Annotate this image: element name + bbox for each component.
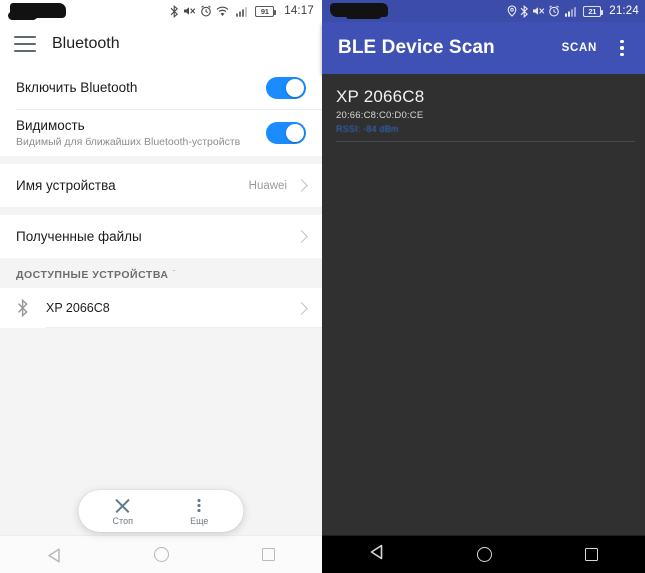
toggle-knob: [286, 78, 304, 97]
toggle-knob: [286, 123, 304, 142]
hamburger-icon[interactable]: [14, 36, 36, 52]
battery-indicator: 91: [255, 5, 277, 17]
wifi-icon: [216, 6, 229, 16]
right-app-bar: BLE Device Scan SCAN: [322, 22, 645, 74]
device-name-value: Huawei: [248, 179, 287, 192]
setting-row-received-files[interactable]: Полученные файлы: [0, 215, 322, 258]
scan-button[interactable]: SCAN: [562, 42, 597, 54]
left-navigation-bar: [0, 535, 322, 573]
row-text-group: Видимость Видимый для ближайших Bluetoot…: [16, 117, 240, 149]
chevron-right-icon: [295, 179, 308, 192]
setting-row-device-name[interactable]: Имя устройства Huawei: [0, 164, 322, 207]
stop-label: Стоп: [112, 515, 133, 526]
right-navigation-bar: [322, 535, 645, 573]
back-triangle-icon[interactable]: [47, 548, 61, 562]
ble-device-address: 20:66:C8:C0:D0:CE: [336, 110, 424, 121]
right-status-bar: 21 21:24: [322, 0, 645, 22]
mute-icon: [533, 7, 545, 15]
left-status-bar: 91 14:17: [0, 0, 322, 22]
page-title: Bluetooth: [52, 35, 120, 52]
row-control-group: Huawei: [248, 179, 308, 192]
row-title: Имя устройства: [16, 178, 116, 193]
status-clock: 21:24: [609, 5, 639, 17]
row-title: Включить Bluetooth: [16, 80, 138, 95]
bluetooth-icon: [520, 4, 529, 18]
row-title: Полученные файлы: [16, 229, 142, 244]
dual-screenshot-container: 91 14:17 Bluetooth Включить Bluetooth Ви…: [0, 0, 645, 573]
row-text-group: Включить Bluetooth: [16, 79, 137, 96]
app-bar-actions: SCAN: [562, 38, 631, 58]
ble-device-rssi: RSSI: -84 dBm: [336, 124, 399, 134]
back-triangle-icon[interactable]: [369, 544, 384, 565]
alarm-icon: [201, 5, 212, 17]
stop-scan-button[interactable]: Стоп: [95, 497, 151, 526]
ble-device-list: XP 2066C8 20:66:C8:C0:D0:CE RSSI: -84 dB…: [322, 74, 645, 535]
chevron-right-icon: [295, 301, 308, 315]
available-device-row[interactable]: XP 2066C8: [0, 288, 322, 328]
overflow-kebab-icon: [190, 497, 208, 515]
setting-row-enable-bluetooth[interactable]: Включить Bluetooth: [0, 66, 322, 109]
recents-square-icon[interactable]: [585, 548, 599, 561]
section-header-mark: ˙: [172, 269, 176, 279]
row-control-group: [266, 121, 306, 144]
chevron-right-icon: [295, 230, 308, 243]
row-title: Видимость: [16, 117, 85, 133]
left-app-bar: Bluetooth: [0, 22, 322, 66]
alarm-icon: [549, 5, 560, 17]
close-x-icon: [114, 497, 132, 515]
toggle-enable-bluetooth[interactable]: [266, 76, 306, 99]
list-divider: [336, 141, 635, 142]
left-screen-bluetooth-settings: 91 14:17 Bluetooth Включить Bluetooth Ви…: [0, 0, 322, 573]
row-control-group: [266, 76, 306, 99]
device-name-label: XP 2066C8: [46, 301, 110, 315]
row-control-group: [295, 230, 308, 243]
app-title: BLE Device Scan: [338, 37, 495, 58]
ble-device-item[interactable]: XP 2066C8 20:66:C8:C0:D0:CE RSSI: -84 dB…: [322, 74, 645, 142]
floating-action-bar: Стоп Еще: [78, 490, 244, 532]
more-label: Еще: [190, 515, 209, 526]
battery-indicator: 21: [583, 5, 604, 17]
mute-icon: [184, 7, 196, 15]
status-clock: 14:17: [284, 5, 314, 17]
home-circle-icon[interactable]: [476, 547, 492, 562]
signal-icon: [565, 6, 577, 17]
available-devices-header: ДОСТУПНЫЕ УСТРОЙСТВА ˙: [0, 258, 322, 288]
right-screen-ble-scan: 21 21:24 BLE Device Scan SCAN XP 2066C8 …: [322, 0, 645, 573]
row-text-group: Полученные файлы: [16, 228, 142, 245]
home-circle-icon[interactable]: [153, 547, 169, 562]
setting-row-visibility[interactable]: Видимость Видимый для ближайших Bluetoot…: [0, 109, 322, 156]
left-status-icons: 91 14:17: [170, 4, 314, 18]
signal-icon: [236, 6, 248, 17]
bluetooth-icon: [14, 299, 32, 317]
recents-square-icon[interactable]: [262, 548, 276, 561]
redaction-mark: [330, 3, 388, 19]
left-settings-body: Включить Bluetooth Видимость Видимый для…: [0, 66, 322, 535]
ble-device-name: XP 2066C8: [336, 87, 425, 106]
more-options-button[interactable]: Еще: [171, 497, 227, 526]
redaction-mark: [8, 3, 66, 20]
location-icon: [507, 5, 517, 17]
overflow-kebab-icon[interactable]: [613, 38, 631, 58]
section-divider: [0, 207, 322, 215]
bluetooth-icon: [170, 4, 179, 18]
row-subtitle: Видимый для ближайших Bluetooth-устройст…: [16, 135, 241, 148]
toggle-visibility[interactable]: [266, 121, 306, 144]
row-text-group: Имя устройства: [16, 177, 116, 194]
right-status-icons: 21 21:24: [507, 4, 639, 18]
section-divider: [0, 156, 322, 164]
section-header-label: ДОСТУПНЫЕ УСТРОЙСТВА: [16, 269, 169, 281]
